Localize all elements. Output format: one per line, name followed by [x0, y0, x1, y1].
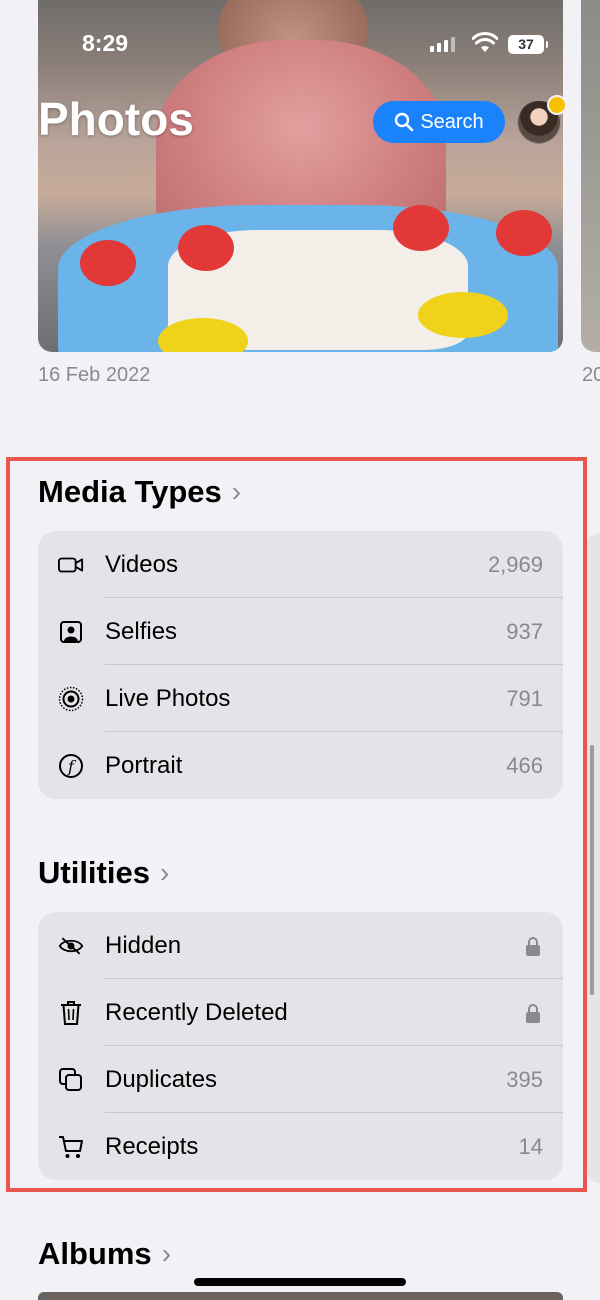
- photo-date: 16 Feb 2022: [38, 364, 151, 386]
- wifi-icon: [472, 32, 498, 52]
- photo-toy-knob: [80, 240, 136, 286]
- search-icon: [395, 112, 414, 132]
- albums-thumbnail-peek[interactable]: [38, 1292, 563, 1300]
- status-time: 8:29: [82, 30, 129, 56]
- photo-toy-knob: [178, 225, 234, 271]
- photo-toy-knob: [393, 205, 449, 251]
- albums-header[interactable]: Albums ›: [38, 1236, 171, 1272]
- search-button-label: Search: [420, 110, 484, 133]
- battery-icon: 37: [508, 35, 548, 54]
- albums-title: Albums: [38, 1236, 152, 1271]
- highlight-frame: [6, 457, 587, 1192]
- home-indicator[interactable]: [194, 1278, 406, 1286]
- photo-toy-knob: [418, 292, 508, 338]
- search-button[interactable]: Search: [373, 101, 505, 143]
- photo-toy-knob: [496, 210, 552, 256]
- scrollbar[interactable]: [590, 745, 594, 995]
- next-photo-date: 20: [582, 364, 600, 386]
- cellular-signal-icon: [430, 36, 455, 52]
- status-bar: 8:29 37: [0, 28, 600, 64]
- notification-badge: [547, 95, 567, 115]
- page-title: Photos: [38, 93, 194, 145]
- chevron-right-icon: ›: [161, 1238, 172, 1269]
